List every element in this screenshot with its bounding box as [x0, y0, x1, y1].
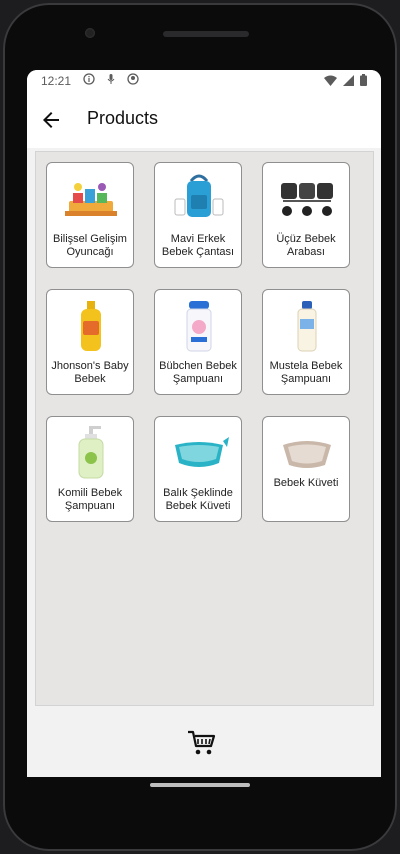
product-name: Jhonson's Baby Bebek	[51, 360, 129, 385]
shampoo-bottle-icon	[81, 301, 101, 351]
back-arrow-icon[interactable]	[39, 108, 63, 132]
shampoo-bottle-icon	[297, 301, 317, 352]
product-name: Üçüz Bebek Arabası	[276, 233, 336, 258]
app-notification-icon	[127, 73, 139, 85]
product-card[interactable]: Balık Şeklinde Bebek Küveti	[154, 416, 242, 522]
product-card[interactable]: Mustela Bebek Şampuanı	[262, 289, 350, 395]
product-grid: Bilişsel Gelişim Oyuncağı Mavi Erkek Beb…	[35, 151, 374, 706]
pump-bottle-icon	[78, 426, 104, 479]
status-notification-icons	[83, 73, 139, 85]
product-name: Balık Şeklinde Bebek Küveti	[163, 487, 233, 512]
fish-bathtub-icon	[175, 437, 229, 467]
info-icon	[83, 73, 95, 85]
product-card[interactable]: Jhonson's Baby Bebek	[46, 289, 134, 395]
front-camera	[85, 28, 95, 38]
phone-frame: 12:21 Products Bilişsel Gelişim Oyuncağı…	[3, 3, 397, 851]
page-title: Products	[87, 108, 159, 128]
shopping-cart-icon[interactable]	[187, 730, 217, 756]
system-navigation-bar	[0, 774, 400, 854]
signal-icon	[343, 74, 354, 86]
product-card[interactable]: Bebek Küveti	[262, 416, 350, 522]
product-name: Komili Bebek Şampuanı	[57, 487, 123, 512]
home-gesture-pill[interactable]	[150, 783, 250, 787]
product-name: Bebek Küveti	[273, 477, 339, 489]
bottom-bar	[27, 710, 381, 777]
product-card[interactable]: Üçüz Bebek Arabası	[262, 162, 350, 268]
shampoo-bottle-icon	[186, 301, 212, 352]
diaper-bag-icon	[174, 174, 224, 217]
product-card[interactable]: Komili Bebek Şampuanı	[46, 416, 134, 522]
product-name: Mavi Erkek Bebek Çantası	[161, 233, 235, 258]
product-card[interactable]: Mavi Erkek Bebek Çantası	[154, 162, 242, 268]
status-time: 12:21	[41, 74, 72, 88]
product-name: Bübchen Bebek Şampuanı	[159, 360, 237, 385]
wifi-icon	[324, 75, 337, 86]
triple-stroller-icon	[281, 183, 333, 216]
mic-icon	[107, 74, 115, 84]
product-name: Mustela Bebek Şampuanı	[269, 360, 343, 385]
screen: 12:21 Products Bilişsel Gelişim Oyuncağı…	[27, 70, 381, 777]
battery-icon	[360, 74, 367, 86]
product-card[interactable]: Bilişsel Gelişim Oyuncağı	[46, 162, 134, 268]
baby-bathtub-icon	[283, 441, 331, 468]
status-system-icons	[324, 74, 367, 86]
product-card[interactable]: Bübchen Bebek Şampuanı	[154, 289, 242, 395]
status-bar: 12:21	[27, 70, 381, 92]
earpiece-speaker	[163, 31, 249, 37]
app-bar: Products	[27, 92, 381, 148]
product-name: Bilişsel Gelişim Oyuncağı	[53, 233, 127, 258]
toy-blocks-icon	[65, 183, 117, 216]
